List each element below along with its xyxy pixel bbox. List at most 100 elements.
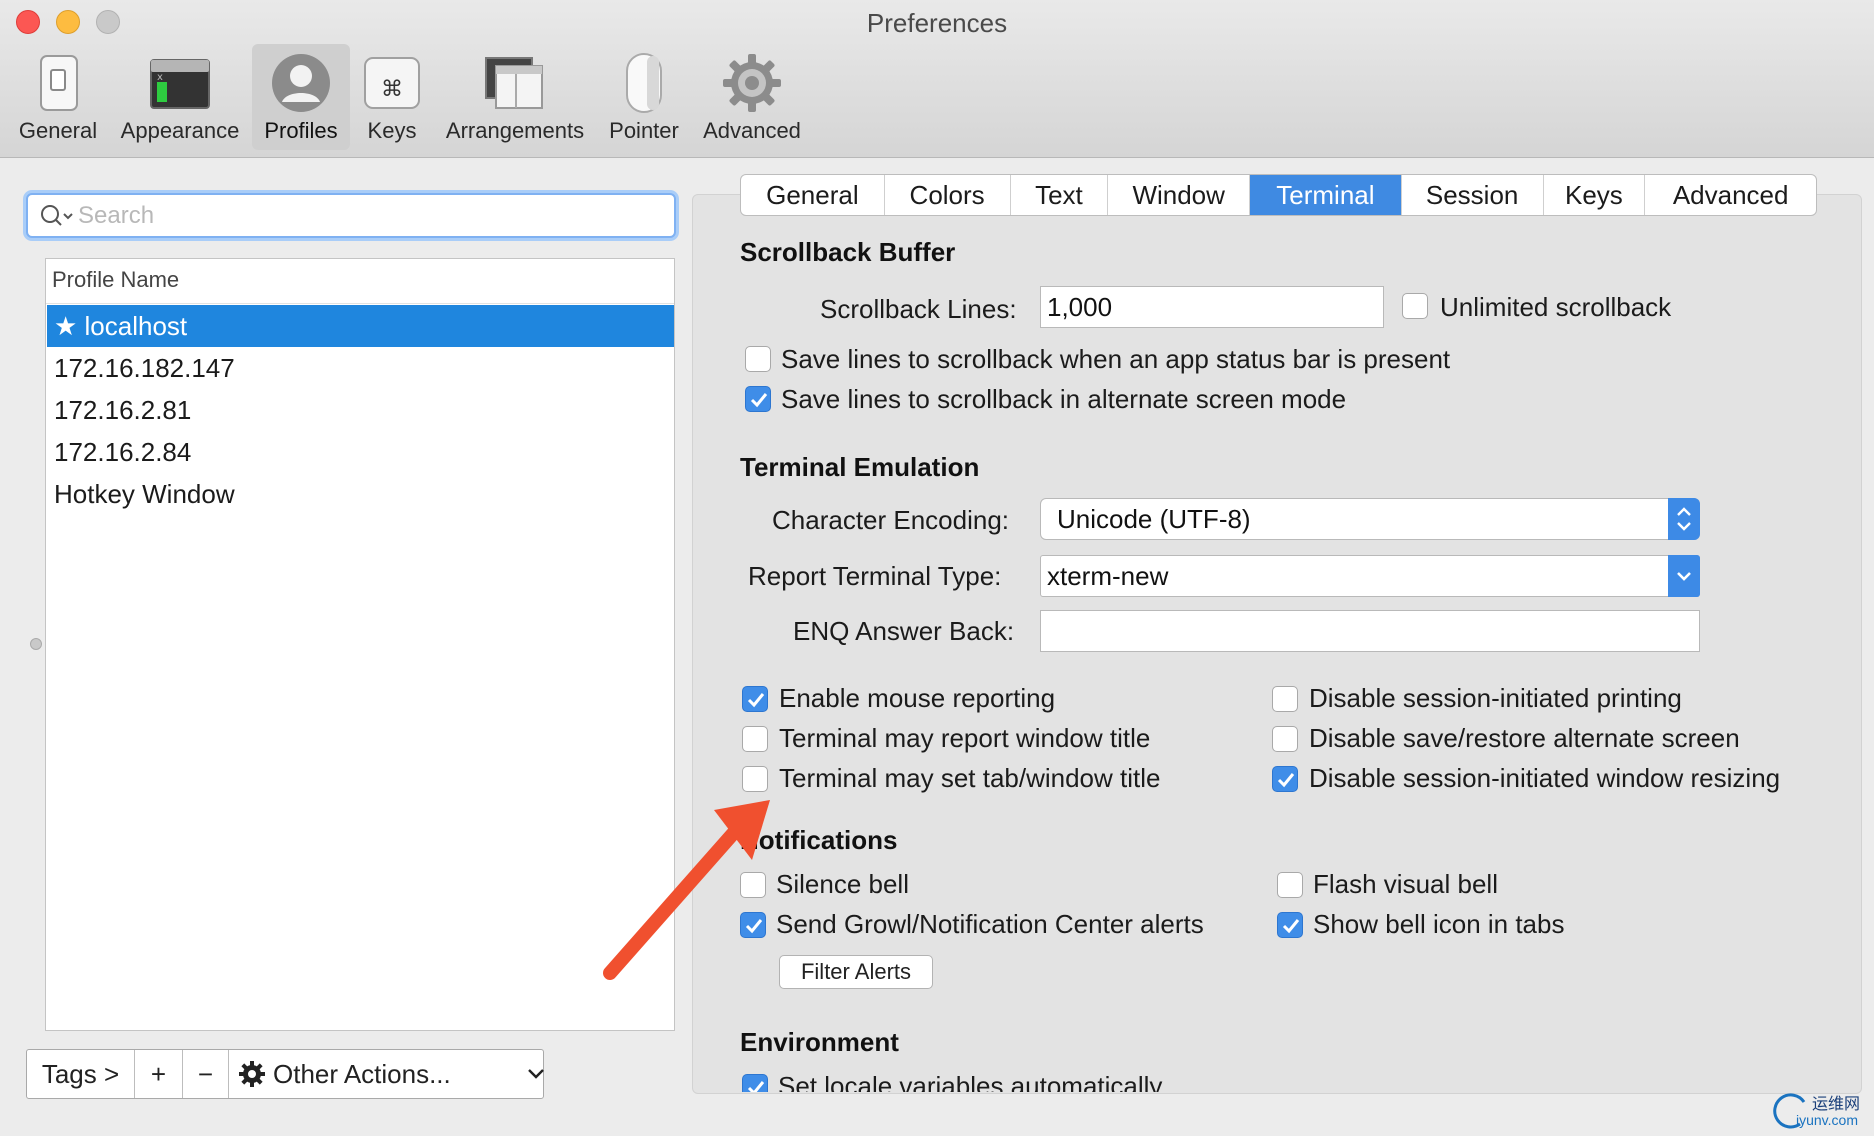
disable-window-resizing-checkbox[interactable] xyxy=(1272,766,1298,792)
show-bell-icon-label: Show bell icon in tabs xyxy=(1313,909,1565,939)
show-bell-icon-checkbox[interactable] xyxy=(1277,912,1303,938)
report-terminal-type-label: Report Terminal Type: xyxy=(748,561,1002,591)
tab-terminal[interactable]: Terminal xyxy=(1250,175,1402,215)
toolbar-keys[interactable]: ⌘ Keys xyxy=(356,44,428,150)
profile-row-localhost[interactable]: ★ localhost xyxy=(47,305,674,347)
tab-keys[interactable]: Keys xyxy=(1544,175,1646,215)
checkmark-icon xyxy=(747,1081,765,1092)
toolbar-label: General xyxy=(18,118,98,143)
search-icon[interactable] xyxy=(40,203,74,229)
notifications-section-title: Notifications xyxy=(740,825,898,855)
character-encoding-label: Character Encoding: xyxy=(772,505,1010,535)
filter-alerts-button[interactable]: Filter Alerts xyxy=(779,955,933,989)
tab-session[interactable]: Session xyxy=(1402,175,1544,215)
watermark-logo: 运维网 iyunv.com xyxy=(1770,1088,1870,1134)
tab-colors[interactable]: Colors xyxy=(885,175,1011,215)
terminal-emulation-section-title: Terminal Emulation xyxy=(740,452,980,482)
svg-text:⌘: ⌘ xyxy=(381,77,403,102)
flash-visual-bell-checkbox[interactable] xyxy=(1277,872,1303,898)
set-tab-window-title-checkbox[interactable] xyxy=(742,766,768,792)
checkmark-icon xyxy=(747,693,765,708)
windows-icon xyxy=(485,57,543,109)
set-locale-checkbox[interactable] xyxy=(742,1074,768,1092)
toolbar-label: Appearance xyxy=(120,118,240,143)
checkmark-icon xyxy=(745,919,763,934)
toolbar-label: Arrangements xyxy=(445,118,585,143)
profile-tab-bar: General Colors Text Window Terminal Sess… xyxy=(740,174,1817,216)
toolbar-label: Keys xyxy=(367,118,417,143)
remove-profile-button[interactable]: − xyxy=(183,1050,229,1098)
toolbar-pointer[interactable]: Pointer xyxy=(602,44,686,150)
chevron-down-icon xyxy=(528,1069,544,1079)
watermark-en: iyunv.com xyxy=(1796,1112,1858,1128)
window-title: Preferences xyxy=(866,8,1008,38)
checkmark-icon xyxy=(1282,919,1300,934)
scrollback-section-title: Scrollback Buffer xyxy=(740,237,956,267)
search-input[interactable] xyxy=(76,199,656,233)
silence-bell-label: Silence bell xyxy=(776,869,909,899)
report-terminal-type-value: xterm-new xyxy=(1047,561,1169,591)
enable-mouse-reporting-checkbox[interactable] xyxy=(742,686,768,712)
toolbar-profiles[interactable]: Profiles xyxy=(252,44,350,150)
switch-icon xyxy=(40,55,78,111)
title-bar: Preferences General x Appearance Profile… xyxy=(0,0,1874,158)
toolbar-general[interactable]: General xyxy=(10,44,106,150)
report-window-title-checkbox[interactable] xyxy=(742,726,768,752)
save-lines-status-bar-checkbox[interactable] xyxy=(745,346,771,372)
disable-save-restore-label: Disable save/restore alternate screen xyxy=(1309,723,1740,753)
profile-name-column-header[interactable]: Profile Name xyxy=(52,267,179,293)
profile-row[interactable]: 172.16.182.147 xyxy=(47,347,674,389)
disable-printing-label: Disable session-initiated printing xyxy=(1309,683,1682,713)
profile-actions-bar: Tags > + − Other Actions... xyxy=(26,1049,544,1099)
tab-text[interactable]: Text xyxy=(1011,175,1109,215)
profile-row[interactable]: 172.16.2.81 xyxy=(47,389,674,431)
toolbar-advanced[interactable]: Advanced xyxy=(694,44,810,150)
toolbar-label: Advanced xyxy=(703,118,801,143)
growl-alerts-checkbox[interactable] xyxy=(740,912,766,938)
unlimited-scrollback-label: Unlimited scrollback xyxy=(1440,292,1672,322)
report-window-title-label: Terminal may report window title xyxy=(779,723,1151,753)
silence-bell-checkbox[interactable] xyxy=(740,872,766,898)
save-lines-alternate-screen-label: Save lines to scrollback in alternate sc… xyxy=(781,384,1347,414)
watermark-cn: 运维网 xyxy=(1812,1096,1861,1113)
command-key-icon: ⌘ xyxy=(364,57,420,109)
disable-printing-checkbox[interactable] xyxy=(1272,686,1298,712)
character-encoding-value: Unicode (UTF-8) xyxy=(1057,504,1251,534)
save-lines-alternate-screen-checkbox[interactable] xyxy=(745,386,771,412)
scrollback-lines-label: Scrollback Lines: xyxy=(820,294,1017,324)
chevron-down-icon[interactable] xyxy=(1668,555,1700,597)
growl-alerts-label: Send Growl/Notification Center alerts xyxy=(776,909,1204,939)
split-view-resize-handle[interactable] xyxy=(30,638,42,650)
other-actions-label: Other Actions... xyxy=(273,1058,451,1089)
profile-row[interactable]: Hotkey Window xyxy=(47,473,674,515)
updown-arrows-icon xyxy=(1668,498,1700,540)
add-profile-button[interactable]: + xyxy=(135,1050,183,1098)
user-icon xyxy=(272,54,330,112)
divider xyxy=(46,303,674,304)
toolbar-label: Profiles xyxy=(264,118,338,143)
other-actions-menu[interactable]: Other Actions... xyxy=(229,1050,544,1098)
character-encoding-popup[interactable]: Unicode (UTF-8) xyxy=(1040,498,1700,540)
environment-clip: Set locale variables automatically xyxy=(730,1066,1430,1092)
search-field[interactable] xyxy=(26,193,676,238)
environment-section-title: Environment xyxy=(740,1027,899,1057)
save-lines-status-bar-label: Save lines to scrollback when an app sta… xyxy=(781,344,1451,374)
enable-mouse-reporting-label: Enable mouse reporting xyxy=(779,683,1056,713)
set-locale-label: Set locale variables automatically xyxy=(778,1071,1163,1092)
toolbar-appearance[interactable]: x Appearance xyxy=(112,44,248,150)
scrollback-lines-field[interactable]: 1,000 xyxy=(1040,286,1384,328)
tab-general[interactable]: General xyxy=(741,175,885,215)
checkmark-icon xyxy=(1277,773,1295,788)
disable-save-restore-checkbox[interactable] xyxy=(1272,726,1298,752)
unlimited-scrollback-checkbox[interactable] xyxy=(1402,293,1428,319)
profile-row[interactable]: 172.16.2.84 xyxy=(47,431,674,473)
checkmark-icon xyxy=(750,393,768,408)
enq-answer-back-field[interactable] xyxy=(1040,610,1700,652)
tab-advanced[interactable]: Advanced xyxy=(1645,175,1816,215)
tags-button[interactable]: Tags > xyxy=(27,1050,135,1098)
report-terminal-type-combobox[interactable]: xterm-new xyxy=(1040,555,1700,597)
toolbar-arrangements[interactable]: Arrangements xyxy=(438,44,592,150)
tab-window[interactable]: Window xyxy=(1108,175,1251,215)
gear-icon xyxy=(723,54,781,112)
profile-list[interactable]: Profile Name ★ localhost 172.16.182.147 … xyxy=(45,258,675,1031)
